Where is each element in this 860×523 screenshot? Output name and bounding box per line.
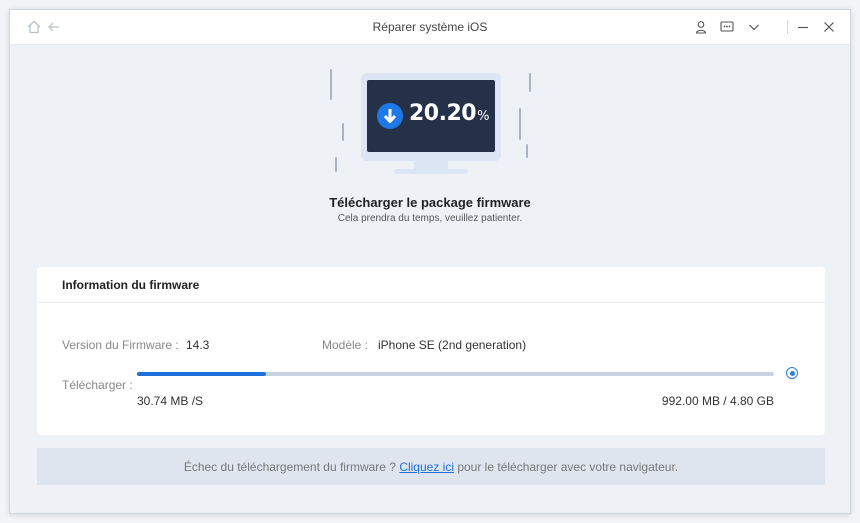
app-window: Réparer système iOS 20.20% Télécharger l… bbox=[9, 9, 851, 514]
help-text: Échec du téléchargement du firmware ? Cl… bbox=[183, 460, 679, 474]
click-here-link[interactable]: Cliquez ici bbox=[399, 460, 454, 474]
decor-line bbox=[330, 69, 332, 100]
download-size-progress: 992.00 MB / 4.80 GB bbox=[661, 394, 774, 408]
firmware-version-label: Version du Firmware : bbox=[62, 338, 179, 352]
download-percentage: 20.20% bbox=[409, 101, 489, 126]
firmware-version-value: 14.3 bbox=[186, 338, 210, 352]
decor-line bbox=[526, 144, 528, 158]
decor-line bbox=[529, 73, 531, 92]
download-progress-track bbox=[137, 372, 774, 376]
monitor-base bbox=[394, 169, 468, 174]
download-label: Télécharger : bbox=[62, 378, 133, 392]
firmware-info-card: Information du firmware Version du Firmw… bbox=[37, 267, 825, 435]
progress-screen: 20.20% bbox=[367, 80, 495, 152]
progress-status-indicator bbox=[786, 367, 798, 379]
help-bar: Échec du téléchargement du firmware ? Cl… bbox=[37, 448, 825, 485]
titlebar-divider bbox=[787, 20, 788, 34]
minimize-icon[interactable] bbox=[795, 19, 811, 35]
card-header: Information du firmware bbox=[37, 267, 825, 303]
card-title: Information du firmware bbox=[62, 278, 200, 292]
download-progress-fill bbox=[137, 372, 266, 376]
title-bar: Réparer système iOS bbox=[10, 10, 850, 45]
user-icon[interactable] bbox=[693, 19, 709, 35]
chevron-down-icon[interactable] bbox=[746, 19, 762, 35]
decor-line bbox=[342, 123, 344, 141]
page-title: Télécharger le package firmware bbox=[329, 195, 531, 210]
decor-line bbox=[335, 157, 337, 172]
model-value: iPhone SE (2nd generation) bbox=[378, 338, 527, 352]
decor-line bbox=[519, 108, 521, 140]
download-speed: 30.74 MB /S bbox=[137, 394, 204, 408]
download-icon bbox=[377, 103, 403, 129]
feedback-icon[interactable] bbox=[719, 19, 735, 35]
close-icon[interactable] bbox=[821, 19, 837, 35]
monitor-illustration: 20.20% bbox=[361, 73, 501, 161]
page-subtitle: Cela prendra du temps, veuillez patiente… bbox=[337, 213, 523, 224]
monitor-stand bbox=[414, 161, 448, 169]
model-label: Modèle : bbox=[322, 338, 369, 352]
